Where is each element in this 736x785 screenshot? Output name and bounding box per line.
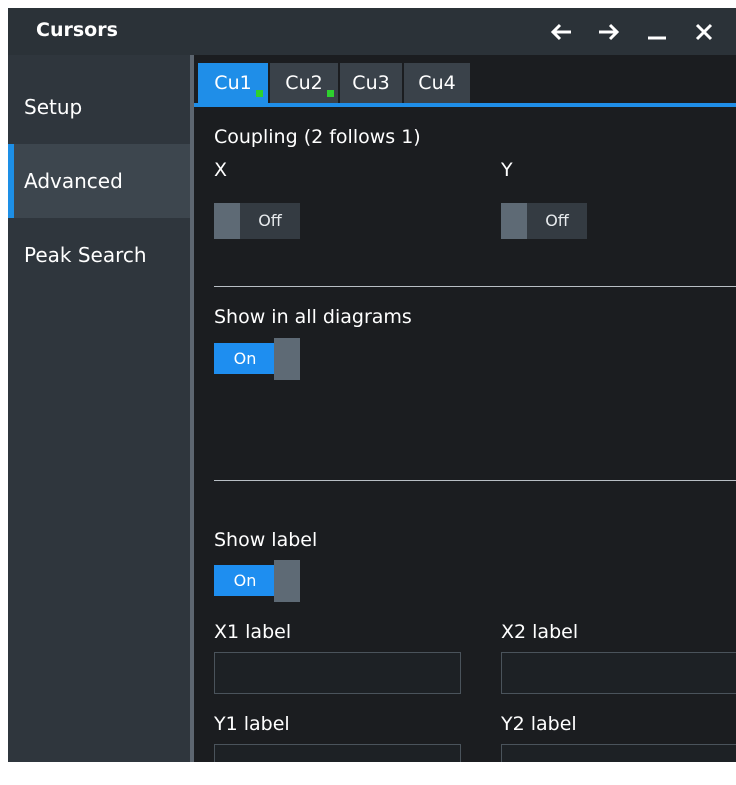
show-all-diagrams-label: Show in all diagrams: [214, 306, 412, 328]
cursor-active-indicator: [256, 90, 263, 97]
tab-cu3[interactable]: Cu3: [340, 63, 402, 103]
cursors-dialog: Cursors Setup Advanced Peak Search Cu1 C…: [8, 8, 736, 762]
y1-label-input[interactable]: [214, 744, 461, 762]
show-label-label: Show label: [214, 529, 318, 551]
main-panel: Cu1 Cu2 Cu3 Cu4 Coupling (2 follows 1) X…: [194, 55, 736, 762]
x2-label-caption: X2 label: [501, 621, 579, 643]
toggle-knob: [274, 560, 300, 602]
cursor-active-indicator: [327, 90, 334, 97]
coupling-x-toggle[interactable]: Off: [214, 203, 300, 239]
show-all-diagrams-toggle[interactable]: On: [214, 338, 300, 380]
coupling-x-label: X: [214, 159, 228, 181]
sidebar-item-setup[interactable]: Setup: [8, 70, 190, 144]
tab-label: Cu1: [214, 72, 252, 94]
close-icon[interactable]: [687, 15, 721, 49]
tab-cu4[interactable]: Cu4: [404, 63, 470, 103]
dialog-title: Cursors: [36, 19, 118, 41]
coupling-y-toggle[interactable]: Off: [501, 203, 587, 239]
forward-arrow-icon[interactable]: [592, 15, 626, 49]
y2-label-caption: Y2 label: [501, 713, 577, 735]
toggle-state: On: [233, 571, 257, 590]
x1-label-input[interactable]: [214, 652, 461, 694]
sidebar-item-advanced[interactable]: Advanced: [8, 144, 190, 218]
back-arrow-icon[interactable]: [544, 15, 578, 49]
tab-underline: [194, 103, 736, 107]
x1-label-caption: X1 label: [214, 621, 292, 643]
sidebar: Setup Advanced Peak Search: [8, 55, 190, 762]
sidebar-item-peak-search[interactable]: Peak Search: [8, 218, 190, 292]
tab-label: Cu2: [285, 72, 323, 94]
tab-cu2[interactable]: Cu2: [270, 63, 338, 103]
toggle-knob: [501, 203, 527, 239]
section-divider: [214, 286, 736, 287]
show-label-toggle[interactable]: On: [214, 560, 300, 602]
toggle-state: Off: [545, 211, 569, 230]
coupling-heading: Coupling (2 follows 1): [214, 126, 421, 148]
section-divider: [214, 480, 736, 481]
title-bar: Cursors: [8, 8, 736, 55]
y1-label-caption: Y1 label: [214, 713, 290, 735]
toggle-knob: [274, 338, 300, 380]
x2-label-input[interactable]: [501, 652, 736, 694]
y2-label-input[interactable]: [501, 744, 736, 762]
tab-cu1[interactable]: Cu1: [198, 63, 268, 103]
toggle-state: Off: [258, 211, 282, 230]
minimize-icon[interactable]: [640, 15, 674, 49]
toggle-state: On: [233, 349, 257, 368]
toggle-knob: [214, 203, 240, 239]
coupling-y-label: Y: [501, 159, 513, 181]
